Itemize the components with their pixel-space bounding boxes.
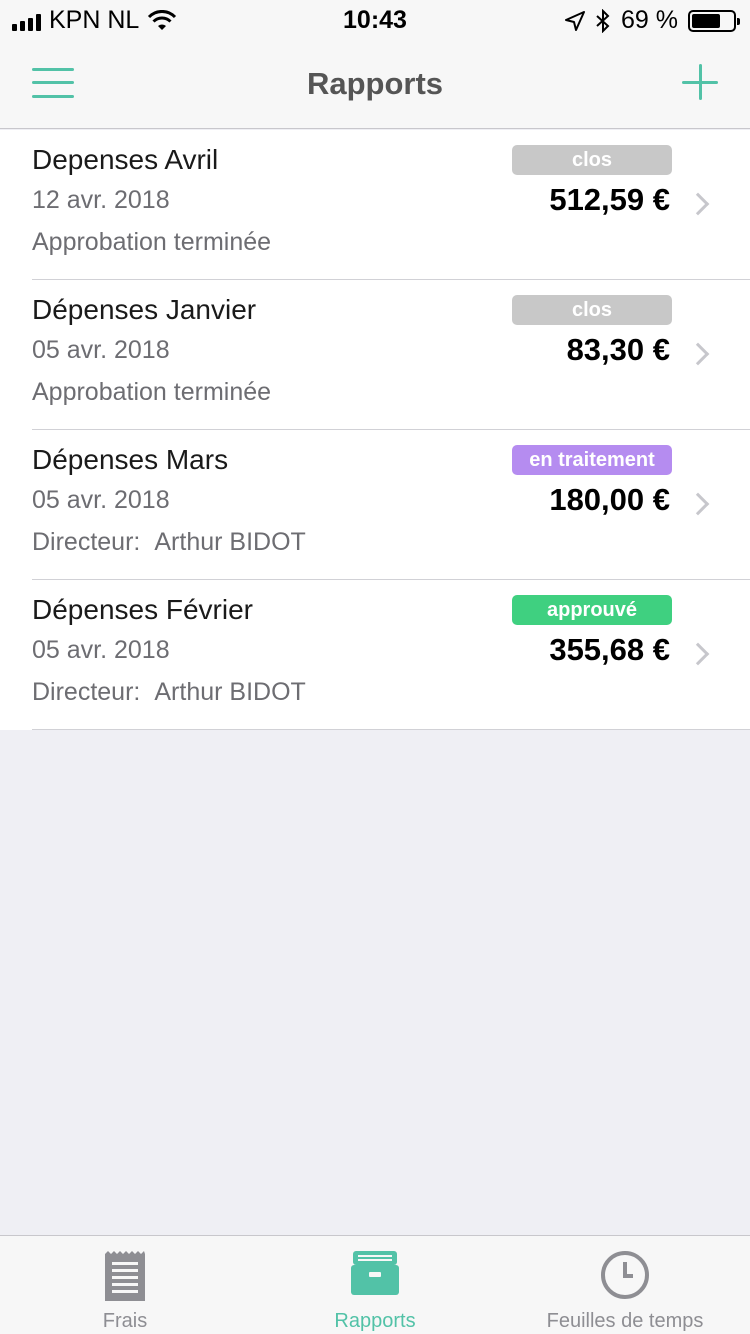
status-bar: KPN NL 10:43 69 % xyxy=(0,0,750,40)
battery-fill xyxy=(692,13,720,28)
status-right: 69 % xyxy=(565,6,740,35)
report-row[interactable]: Depenses Avril 12 avr. 2018 Approbation … xyxy=(0,130,750,280)
tab-label: Feuilles de temps xyxy=(546,1310,704,1332)
report-title: Dépenses Mars xyxy=(32,444,229,475)
report-title: Depenses Avril xyxy=(32,144,219,175)
chevron-right-icon xyxy=(686,342,710,366)
approver-label: Directeur: xyxy=(32,528,141,556)
report-row[interactable]: Dépenses Février 05 avr. 2018 Directeur:… xyxy=(0,580,750,730)
report-subtitle: Directeur: Arthur BIDOT xyxy=(32,528,306,557)
chevron-right-icon xyxy=(686,192,710,216)
receipt-icon xyxy=(105,1251,145,1301)
clock-icon xyxy=(601,1251,649,1299)
status-badge: clos xyxy=(512,145,672,175)
report-date: 05 avr. 2018 xyxy=(32,636,170,664)
report-title: Dépenses Janvier xyxy=(32,294,257,325)
report-amount: 512,59 € xyxy=(549,182,670,217)
approver-name: Arthur BIDOT xyxy=(154,678,306,706)
tab-feuilles-de-temps[interactable]: Feuilles de temps xyxy=(500,1236,750,1334)
battery-icon xyxy=(688,9,740,32)
report-row[interactable]: Dépenses Mars 05 avr. 2018 Directeur: Art… xyxy=(0,430,750,580)
archive-box-icon xyxy=(351,1251,399,1295)
add-report-button[interactable] xyxy=(682,64,718,100)
chevron-right-icon xyxy=(686,642,710,666)
report-amount: 355,68 € xyxy=(549,632,670,667)
report-date: 05 avr. 2018 xyxy=(32,336,170,364)
status-badge: en traitement xyxy=(512,445,672,475)
tab-bar: Frais Rapports Feuilles de temps xyxy=(0,1235,750,1334)
reports-list: Depenses Avril 12 avr. 2018 Approbation … xyxy=(0,130,750,730)
report-subtitle: Approbation terminée xyxy=(32,228,272,256)
chevron-right-icon xyxy=(686,492,710,516)
report-subtitle: Approbation terminée xyxy=(32,378,272,406)
approver-name: Arthur BIDOT xyxy=(154,528,306,556)
page-title: Rapports xyxy=(306,66,444,101)
battery-percent: 69 % xyxy=(621,6,678,34)
report-amount: 83,30 € xyxy=(566,332,670,367)
tab-rapports[interactable]: Rapports xyxy=(250,1236,500,1334)
report-row[interactable]: Dépenses Janvier 05 avr. 2018 Approbatio… xyxy=(0,280,750,430)
divider xyxy=(32,729,750,730)
tab-frais[interactable]: Frais xyxy=(0,1236,250,1334)
bluetooth-icon xyxy=(596,8,610,33)
approver-label: Directeur: xyxy=(32,678,141,706)
report-amount: 180,00 € xyxy=(549,482,670,517)
report-subtitle: Directeur: Arthur BIDOT xyxy=(32,678,306,707)
report-title: Dépenses Février xyxy=(32,594,253,625)
status-badge: approuvé xyxy=(512,595,672,625)
tab-label: Frais xyxy=(102,1310,148,1332)
navigation-bar: Rapports xyxy=(0,40,750,129)
tab-label: Rapports xyxy=(334,1310,416,1332)
report-date: 05 avr. 2018 xyxy=(32,486,170,514)
report-date: 12 avr. 2018 xyxy=(32,186,170,214)
location-arrow-icon xyxy=(565,10,586,31)
status-badge: clos xyxy=(512,295,672,325)
